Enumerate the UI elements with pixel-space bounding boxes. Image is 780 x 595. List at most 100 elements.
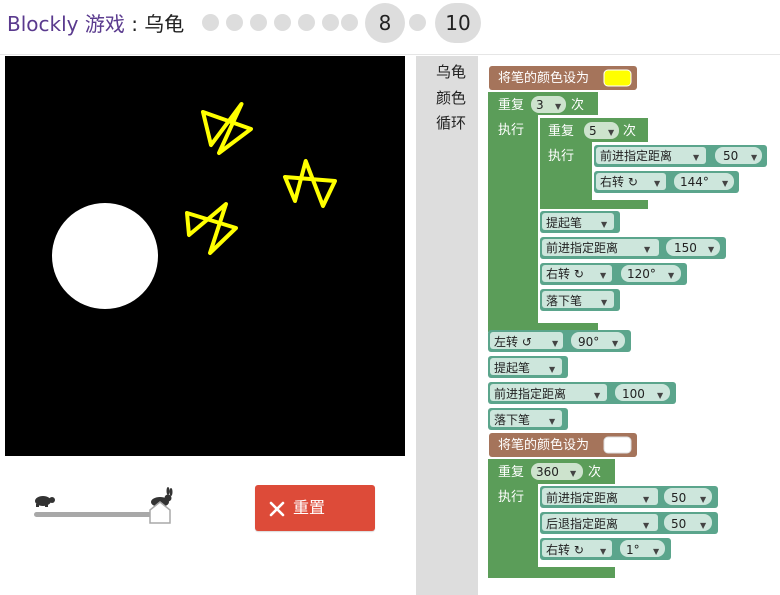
svg-text:▼: ▼	[644, 245, 651, 254]
svg-text:前进指定距离: 前进指定距离	[494, 386, 566, 401]
svg-text:右转 ↻: 右转 ↻	[600, 174, 638, 189]
pen-up-block[interactable]: 提起笔 ▼	[540, 211, 620, 233]
svg-text:120°: 120°	[627, 267, 656, 281]
svg-text:1°: 1°	[626, 543, 640, 557]
svg-text:▼: ▼	[555, 102, 562, 111]
toolbox-category-color[interactable]: 颜色	[416, 88, 486, 108]
svg-text:▼: ▼	[594, 391, 601, 400]
svg-text:▼: ▼	[657, 391, 664, 400]
level-dot-4[interactable]	[274, 14, 291, 31]
times-label: 次	[571, 97, 584, 113]
svg-text:▼: ▼	[653, 547, 660, 556]
level-dot-2[interactable]	[226, 14, 243, 31]
svg-text:▼: ▼	[708, 245, 715, 254]
speed-slider-track[interactable]	[34, 512, 160, 517]
page-title: Blockly 游戏 : 乌龟	[7, 10, 184, 38]
reset-label: 重置	[293, 498, 326, 517]
blockly-games-link[interactable]: Blockly 游戏	[7, 12, 125, 36]
svg-text:▼: ▼	[612, 339, 619, 348]
repeat-label: 重复	[498, 97, 524, 113]
set-color-block-1[interactable]: 将笔的颜色设为	[489, 66, 637, 90]
svg-text:▼: ▼	[643, 521, 650, 530]
turn-left-block[interactable]: 左转 ↺ ▼ 90° ▼	[488, 330, 631, 352]
svg-text:前进指定距离: 前进指定距离	[546, 240, 618, 255]
level-dot-9[interactable]	[409, 14, 426, 31]
svg-text:▼: ▼	[570, 469, 577, 478]
title-separator: :	[124, 12, 145, 36]
level-dot-7[interactable]	[341, 14, 358, 31]
move-forward-block[interactable]: 前进指定距离 ▼ 100 ▼	[488, 382, 676, 404]
move-forward-block[interactable]: 前进指定距离 ▼ 150 ▼	[540, 237, 726, 259]
svg-text:▼: ▼	[668, 271, 675, 280]
star-left	[185, 202, 238, 255]
level-10-link[interactable]: 10	[435, 3, 481, 43]
svg-text:将笔的颜色设为: 将笔的颜色设为	[498, 437, 589, 453]
turn-right-block[interactable]: 右转 ↻ ▼ 1° ▼	[540, 538, 671, 560]
svg-text:提起笔: 提起笔	[494, 360, 530, 375]
turtle-drawing	[52, 102, 337, 309]
svg-text:▼: ▼	[600, 547, 607, 556]
set-color-block-2[interactable]: 将笔的颜色设为	[489, 433, 637, 457]
svg-text:100: 100	[622, 387, 645, 401]
svg-text:前进指定距离: 前进指定距离	[600, 148, 672, 163]
svg-text:▼: ▼	[722, 179, 729, 188]
turtle-canvas	[5, 56, 405, 456]
svg-text:▼: ▼	[693, 153, 700, 162]
move-forward-block[interactable]: 前进指定距离 ▼ 50 ▼	[594, 145, 767, 167]
game-name: 乌龟	[144, 12, 185, 36]
do-label: 执行	[498, 123, 524, 138]
color-swatch-yellow[interactable]	[603, 69, 632, 87]
svg-text:落下笔: 落下笔	[494, 412, 530, 427]
svg-text:提起笔: 提起笔	[546, 215, 582, 230]
svg-text:执行: 执行	[548, 149, 574, 164]
turtle-icon	[32, 492, 56, 512]
svg-text:▼: ▼	[608, 128, 615, 137]
svg-text:144°: 144°	[680, 175, 709, 189]
level-dot-3[interactable]	[250, 14, 267, 31]
turn-right-block[interactable]: 右转 ↻ ▼ 120° ▼	[540, 263, 687, 285]
toolbox-category-turtle[interactable]: 乌龟	[416, 62, 486, 82]
svg-text:次: 次	[588, 464, 601, 480]
move-forward-block[interactable]: 前进指定距离 ▼ 50 ▼	[540, 486, 718, 508]
svg-text:▼: ▼	[654, 179, 661, 188]
move-backward-block[interactable]: 后退指定距离 ▼ 50 ▼	[540, 512, 718, 534]
svg-text:右转 ↻: 右转 ↻	[546, 266, 584, 281]
pen-up-block[interactable]: 提起笔 ▼	[488, 356, 568, 378]
toolbox: 乌龟 颜色 循环	[416, 56, 478, 595]
svg-text:▼: ▼	[549, 365, 556, 374]
svg-text:执行: 执行	[498, 490, 524, 505]
svg-text:重复: 重复	[548, 123, 574, 139]
svg-text:▼: ▼	[549, 417, 556, 426]
turn-right-block[interactable]: 右转 ↻ ▼ 144° ▼	[594, 171, 739, 193]
svg-text:后退指定距离: 后退指定距离	[546, 516, 618, 531]
level-dot-5[interactable]	[298, 14, 315, 31]
set-color-label: 将笔的颜色设为	[498, 70, 589, 86]
svg-text:150: 150	[674, 241, 697, 255]
svg-text:▼: ▼	[700, 521, 707, 530]
reset-button[interactable]: 重置	[255, 485, 375, 531]
speed-slider-handle[interactable]	[148, 500, 172, 524]
svg-text:▼: ▼	[700, 495, 707, 504]
svg-text:3: 3	[536, 98, 544, 112]
toolbox-category-loops[interactable]: 循环	[416, 113, 486, 133]
svg-text:50: 50	[671, 491, 686, 505]
color-swatch-white[interactable]	[603, 436, 632, 454]
svg-text:落下笔: 落下笔	[546, 293, 582, 308]
svg-text:50: 50	[671, 517, 686, 531]
level-dot-6[interactable]	[322, 14, 339, 31]
white-circle	[52, 203, 158, 309]
svg-text:重复: 重复	[498, 464, 524, 480]
workspace[interactable]: 将笔的颜色设为 重复 3 ▼ 次 执行 重复 5 ▼ 次 执行 前进指定距离 ▼…	[480, 56, 780, 595]
star-top	[201, 102, 253, 155]
pen-down-block[interactable]: 落下笔 ▼	[488, 408, 568, 430]
svg-text:左转 ↺: 左转 ↺	[494, 334, 532, 349]
svg-text:右转 ↻: 右转 ↻	[546, 542, 584, 557]
level-8-current[interactable]: 8	[365, 3, 405, 43]
pen-down-block[interactable]: 落下笔 ▼	[540, 289, 620, 311]
svg-text:▼: ▼	[643, 495, 650, 504]
svg-text:360: 360	[536, 465, 559, 479]
close-icon	[269, 501, 285, 517]
svg-text:5: 5	[589, 124, 597, 138]
level-dot-1[interactable]	[202, 14, 219, 31]
svg-text:前进指定距离: 前进指定距离	[546, 490, 618, 505]
